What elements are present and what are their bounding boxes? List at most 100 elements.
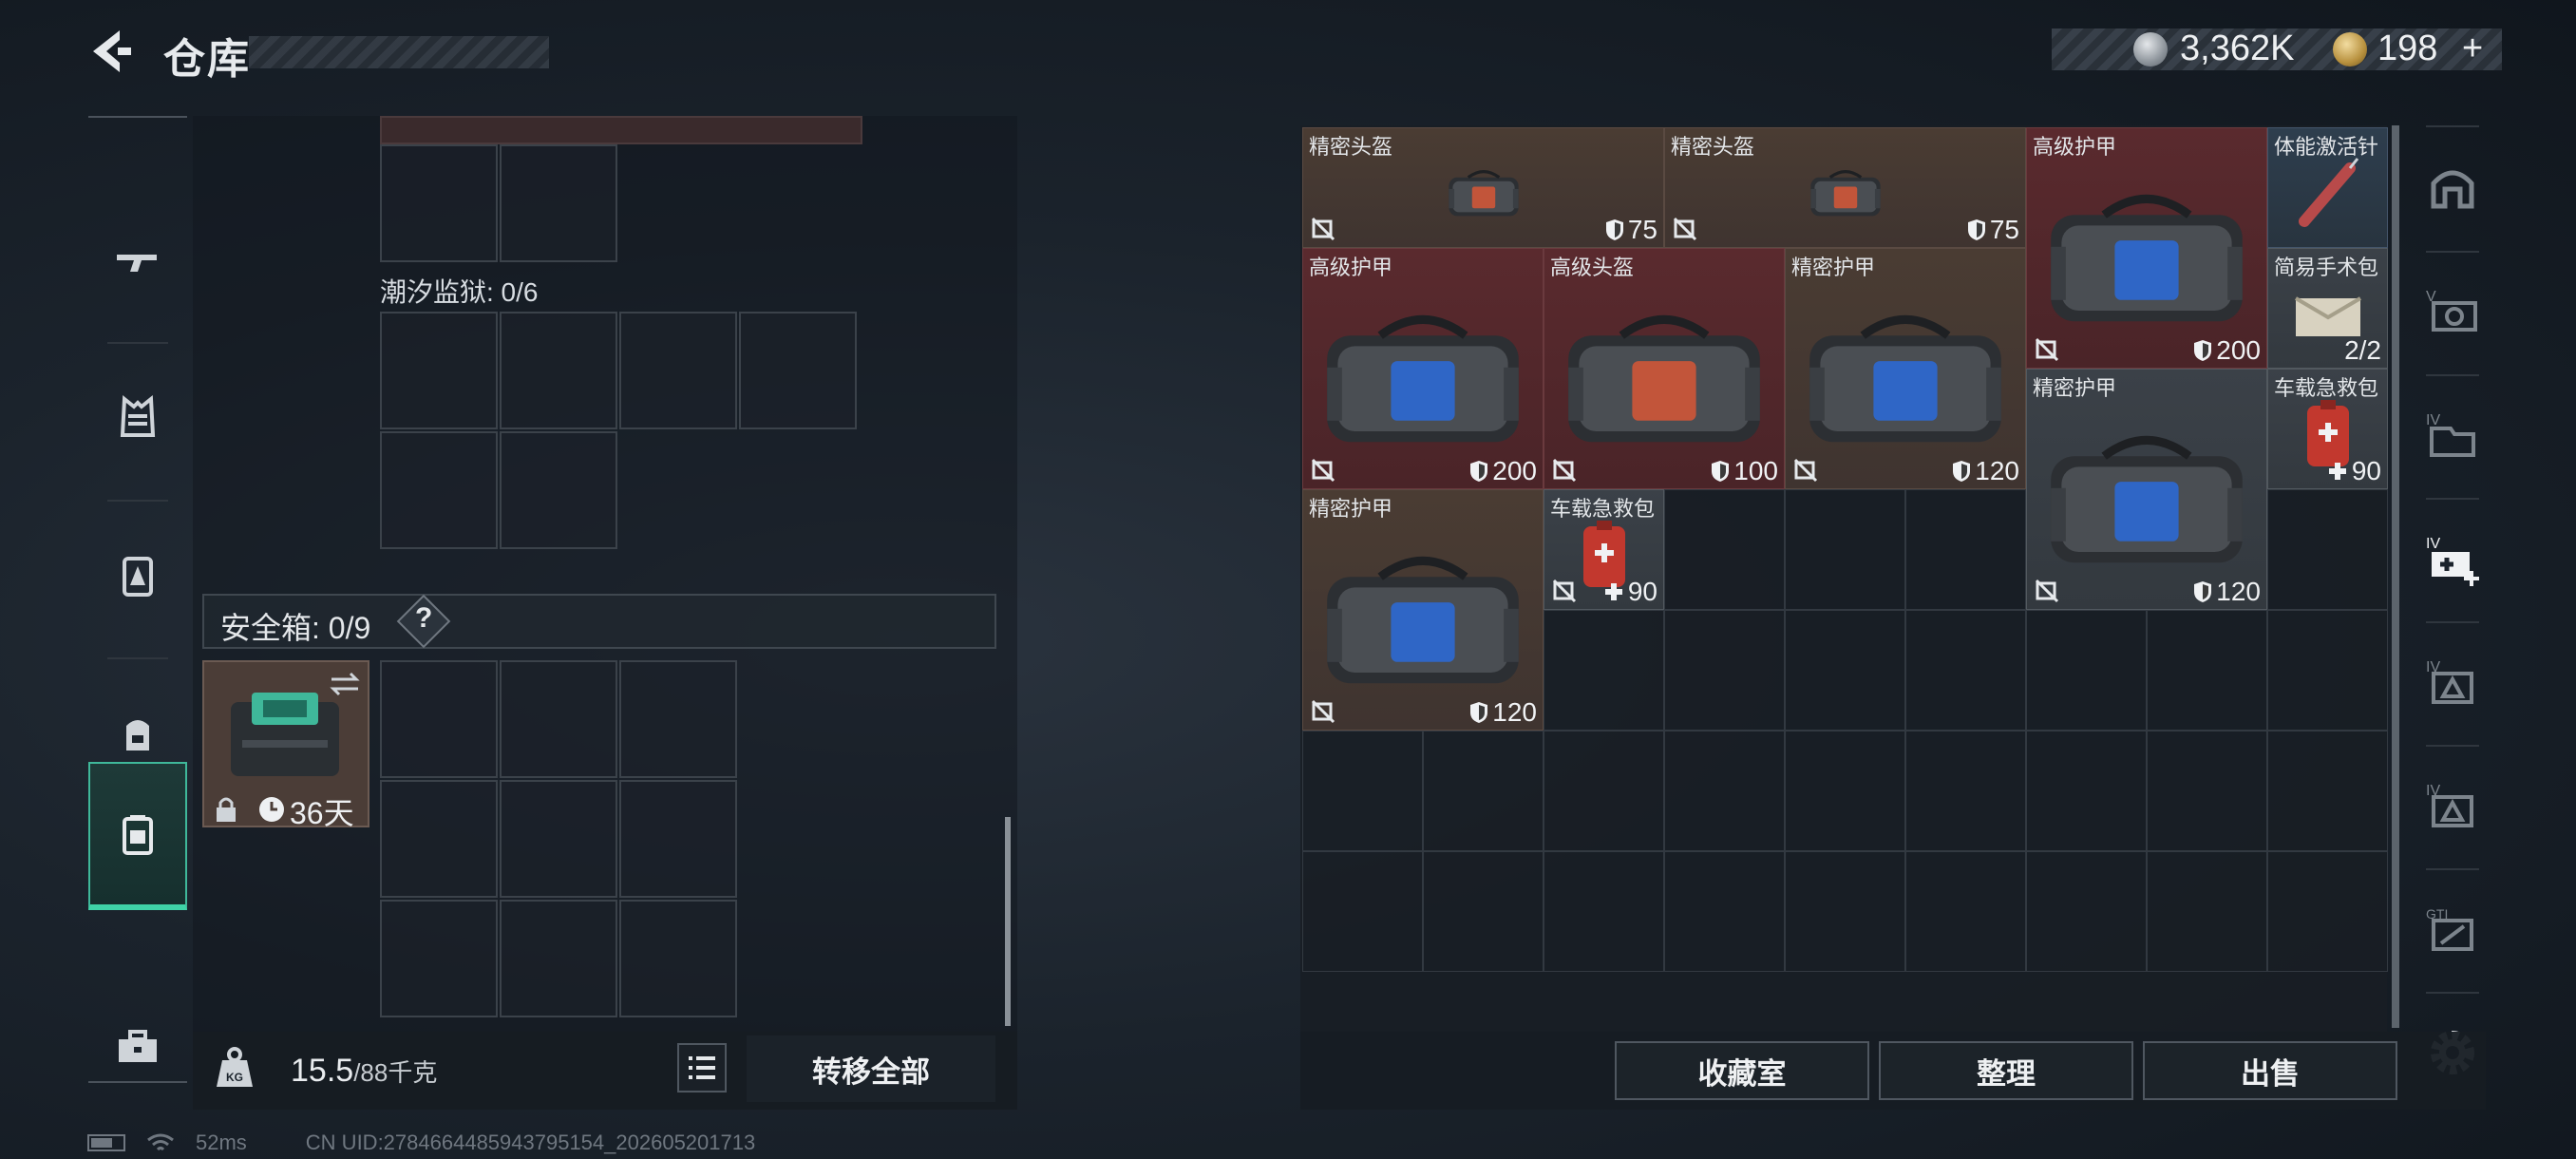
stash-scrollbar[interactable] — [2392, 125, 2399, 1028]
stash-grid-cell[interactable] — [1664, 851, 1785, 972]
stash-item[interactable]: 简易手术包 2/2 — [2267, 248, 2388, 369]
grid-cell[interactable] — [500, 660, 617, 778]
stash-item[interactable]: 高级护甲 200 — [1302, 248, 1544, 489]
nav-safebox[interactable] — [88, 762, 187, 910]
stash-grid-cell[interactable] — [1544, 610, 1664, 731]
nav-toolbox[interactable] — [88, 980, 187, 1113]
grid-cell[interactable] — [619, 900, 737, 1017]
container-scrollbar[interactable] — [1005, 817, 1011, 1026]
add-currency-button[interactable]: + — [2462, 28, 2483, 69]
stash-tab-iv-armor[interactable]: IV — [2413, 621, 2492, 745]
stash-item[interactable]: 车载急救包 90 — [1544, 489, 1664, 610]
item-value-text: 120 — [1975, 456, 2019, 485]
stash-grid-cell[interactable] — [1302, 731, 1423, 851]
stash-grid-cell[interactable] — [2267, 731, 2388, 851]
grid-cell[interactable] — [619, 780, 737, 898]
user-uid: CN UID:2784664485943795154_202605201713 — [305, 1130, 756, 1154]
stash-tab-gti[interactable]: GTI — [2413, 868, 2492, 992]
armor-bag-icon — [1448, 169, 1519, 216]
durability-shield-icon — [1953, 461, 1971, 482]
grid-cell[interactable] — [619, 660, 737, 778]
stash-grid-cell[interactable] — [2147, 731, 2267, 851]
grid-cell[interactable] — [619, 312, 737, 429]
grid-cell[interactable] — [380, 144, 498, 262]
stash-grid-cell[interactable] — [1785, 731, 1905, 851]
grid-cell[interactable] — [739, 312, 857, 429]
stash-tab-iv-folder[interactable]: IV — [2413, 374, 2492, 498]
item-value: 120 — [2193, 577, 2261, 607]
stash-grid-cell[interactable] — [1905, 851, 2026, 972]
item-value-text: 200 — [1492, 456, 1537, 485]
list-view-button[interactable] — [677, 1043, 727, 1092]
item-name: 高级头盔 — [1550, 256, 1635, 279]
stash-grid-cell[interactable] — [1905, 489, 2026, 610]
grid-cell[interactable] — [500, 431, 617, 549]
stash-item[interactable]: 精密护甲 120 — [1785, 248, 2026, 489]
grid-cell[interactable] — [380, 660, 498, 778]
sort-button[interactable]: 整理 — [1879, 1041, 2133, 1100]
stash-item[interactable]: 高级护甲 200 — [2026, 127, 2267, 369]
item-name: 精密护甲 — [1309, 497, 1393, 521]
safebox-item[interactable]: 36天 — [202, 660, 369, 830]
stash-grid-cell[interactable] — [1785, 851, 1905, 972]
stash-grid-cell[interactable] — [1664, 489, 1785, 610]
armor-bag-icon — [2051, 195, 2243, 322]
stash-grid-cell[interactable] — [2267, 610, 2388, 731]
stash-item[interactable]: 精密护甲 120 — [1302, 489, 1544, 731]
grid-cell[interactable] — [500, 780, 617, 898]
stash-grid-cell[interactable] — [1544, 731, 1664, 851]
stash-grid-cell[interactable] — [2267, 851, 2388, 972]
item-name: 高级护甲 — [2033, 135, 2117, 159]
stash-v-icon: V — [2426, 289, 2477, 332]
stash-grid-cell[interactable] — [1302, 851, 1423, 972]
stash-item[interactable]: 精密头盔 75 — [1302, 127, 1664, 248]
grid-cell[interactable] — [500, 900, 617, 1017]
stash-grid-cell[interactable] — [2026, 851, 2147, 972]
stash-grid-cell[interactable] — [1423, 851, 1544, 972]
collection-room-button[interactable]: 收藏室 — [1615, 1041, 1869, 1100]
back-arrow-icon[interactable] — [85, 27, 135, 76]
stash-item[interactable]: 高级头盔 100 — [1544, 248, 1785, 489]
transfer-all-button[interactable]: 转移全部 — [747, 1036, 995, 1102]
stash-item[interactable]: 精密头盔 75 — [1664, 127, 2026, 248]
item-value: 200 — [1469, 456, 1537, 486]
item-value-text: 90 — [1627, 577, 1657, 606]
armor-bag-icon — [1568, 315, 1760, 443]
stash-tab-v[interactable]: V — [2413, 251, 2492, 374]
stash-tab-iv-armor-2[interactable]: IV — [2413, 745, 2492, 868]
item-value-text: 120 — [2216, 577, 2261, 606]
grid-cell[interactable] — [380, 312, 498, 429]
stash-grid-cell[interactable] — [1544, 851, 1664, 972]
grid-cell[interactable] — [380, 431, 498, 549]
stash-grid-cell[interactable] — [1664, 731, 1785, 851]
grid-cell[interactable] — [380, 780, 498, 898]
stash-item[interactable]: 车载急救包 90 — [2267, 369, 2388, 489]
nav-weapons[interactable] — [88, 194, 187, 327]
grid-cell[interactable] — [380, 900, 498, 1017]
stash-grid-cell[interactable] — [1785, 489, 1905, 610]
armor-bag-icon — [1809, 315, 2001, 443]
carry-weight: 15.5/88千克 — [291, 1053, 437, 1090]
stash-grid-cell[interactable] — [2026, 731, 2147, 851]
stash-grid-cell[interactable] — [1785, 610, 1905, 731]
stash-tab-home[interactable] — [2413, 125, 2492, 249]
nav-vest[interactable] — [88, 352, 187, 484]
stash-tab-iv-medical[interactable]: IV — [2413, 498, 2492, 621]
stash-grid-cell[interactable] — [2267, 489, 2388, 610]
grid-cell[interactable] — [500, 312, 617, 429]
stash-item[interactable]: 体能激活针 — [2267, 127, 2388, 248]
no-insurance-icon — [1311, 458, 1335, 483]
stash-grid-cell[interactable] — [1905, 610, 2026, 731]
stash-grid-cell[interactable] — [1423, 731, 1544, 851]
stash-grid-cell[interactable] — [2147, 851, 2267, 972]
stash-grid-cell[interactable] — [2147, 610, 2267, 731]
stash-grid-cell[interactable] — [1664, 610, 1785, 731]
grid-cell[interactable] — [500, 144, 617, 262]
stash-grid-cell[interactable] — [2026, 610, 2147, 731]
stash-grid-cell[interactable] — [1905, 731, 2026, 851]
swap-icon[interactable] — [328, 670, 362, 698]
nav-armor[interactable] — [88, 509, 187, 642]
item-value-text: 120 — [1492, 697, 1537, 727]
stash-item[interactable]: 精密护甲 120 — [2026, 369, 2267, 610]
sell-button[interactable]: 出售 — [2143, 1041, 2397, 1100]
